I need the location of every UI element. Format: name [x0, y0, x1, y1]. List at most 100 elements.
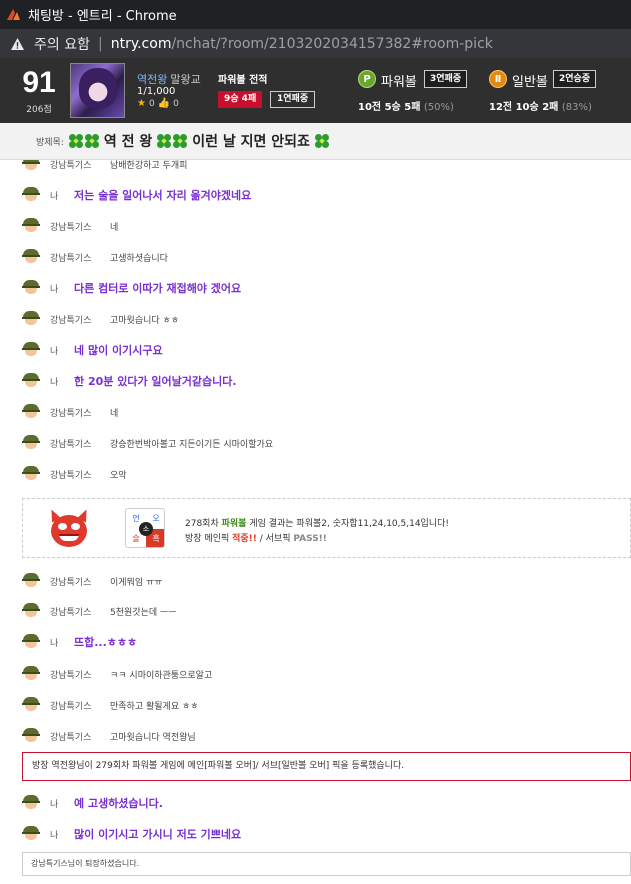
chat-message: 강남특기스 오악	[22, 464, 127, 484]
soldier-avatar-icon[interactable]	[22, 311, 40, 327]
clover-icon	[68, 134, 83, 148]
soldier-avatar-icon[interactable]	[22, 373, 40, 389]
nickname-text[interactable]: 역전왕	[137, 73, 167, 86]
chat-message: 강남특기스 강승한번박아볼고 지든이기든 시마이할가요	[22, 433, 273, 453]
message-nickname[interactable]: 나	[50, 344, 74, 357]
message-text: 예 고생하셨습니다.	[74, 797, 163, 810]
soldier-avatar-icon[interactable]	[22, 728, 40, 744]
powerball-record: 10전 5승 5패 (50%)	[358, 98, 454, 113]
profile-bar: 91 206점 역전왕 말왕교 1/1,000 ★ 0 👍 0 파워볼 전적 9승…	[0, 58, 631, 123]
message-text: 5천원갓는데 ㅡㅡ	[110, 607, 177, 618]
message-nickname[interactable]: 강남특기스	[50, 699, 110, 712]
soldier-avatar-icon[interactable]	[22, 634, 40, 650]
main-pick-label: 방장 메인픽	[185, 534, 233, 544]
soldier-avatar-icon[interactable]	[22, 826, 40, 842]
oe-center: 소	[139, 522, 153, 536]
message-text: 많이 이기시고 가시니 저도 기쁘네요	[74, 828, 242, 841]
security-warning-label[interactable]: 주의 요함	[34, 34, 90, 54]
message-text: 강승한번박아볼고 지든이기든 시마이할가요	[110, 439, 274, 450]
powerball-icon: P	[358, 70, 376, 88]
result-line-1: 278회차 파워볼 게임 결과는 파워볼2, 숫자합11,24,10,5,14입…	[185, 516, 449, 529]
message-nickname[interactable]: 강남특기스	[50, 313, 110, 326]
result-line-2: 방장 메인픽 적중!! / 서브픽 PASS!!	[185, 531, 327, 544]
chat-message: 나 다른 컴터로 이따가 재접해야 겠어요	[22, 278, 241, 298]
chat-message: 나 뜨합...ㅎㅎㅎ	[22, 632, 137, 652]
devil-emoticon-icon	[46, 507, 92, 549]
clover-icon	[314, 134, 329, 148]
message-text: 만족하고 활될게요 ㅎㅎ	[110, 701, 199, 712]
chat-message: 나예 고생하셨습니다.	[22, 793, 163, 813]
soldier-avatar-icon[interactable]	[22, 342, 40, 358]
clover-icon	[84, 134, 99, 148]
like-count: 0	[173, 98, 179, 109]
result-suffix: 게임 결과는 파워볼2, 숫자합11,24,10,5,14입니다!	[246, 519, 449, 529]
window-titlebar: 채팅방 - 엔트리 - Chrome	[0, 0, 631, 29]
message-nickname[interactable]: 강남특기스	[50, 220, 110, 233]
soldier-avatar-icon[interactable]	[22, 603, 40, 619]
message-nickname[interactable]: 강남특기스	[50, 406, 110, 419]
message-nickname[interactable]: 강남특기스	[50, 437, 110, 450]
chat-log[interactable]: 강남특기스 남배한강하고 두개피 나 저는 술을 일어나서 자리 옮겨야겠네요 강남특기…	[0, 160, 631, 884]
soldier-avatar-icon[interactable]	[22, 697, 40, 713]
message-nickname[interactable]: 나	[50, 282, 74, 295]
soldier-avatar-icon[interactable]	[22, 466, 40, 482]
chat-message: 강남특기스 고생하셧습니다	[22, 247, 168, 267]
message-nickname[interactable]: 나	[50, 797, 74, 810]
result-prefix: 278회차	[185, 519, 222, 529]
message-text: 저는 술을 일어나서 자리 옮겨야겠네요	[74, 189, 252, 202]
message-nickname[interactable]: 강남특기스	[50, 730, 110, 743]
message-nickname[interactable]: 나	[50, 189, 74, 202]
odd-even-result-icon: 언 오 술 흑 소	[125, 508, 165, 548]
star-count: 0	[148, 98, 155, 109]
soldier-avatar-icon[interactable]	[22, 249, 40, 265]
general-ball-label: 일반볼	[512, 75, 548, 90]
sub-pick-label: / 서브픽	[256, 534, 294, 544]
chat-message: 강남특기스 ㅋㅋ 시마이하관퉁으로알고	[22, 664, 212, 684]
record-title: 파워볼 전적	[218, 75, 268, 86]
url-host[interactable]: ntry.com	[111, 36, 172, 52]
message-nickname[interactable]: 강남특기스	[50, 160, 110, 171]
main-pick-hit: 적중!!	[232, 534, 257, 544]
soldier-avatar-icon[interactable]	[22, 187, 40, 203]
clover-icon	[157, 134, 172, 148]
message-text: 남배한강하고 두개피	[110, 160, 188, 171]
powerball-label: 파워볼	[381, 75, 417, 90]
message-nickname[interactable]: 나	[50, 828, 74, 841]
message-text: 고생하셧습니다	[110, 253, 168, 264]
message-nickname[interactable]: 강남특기스	[50, 468, 110, 481]
chat-message: 나 저는 술을 일어나서 자리 옮겨야겠네요	[22, 185, 251, 205]
room-title-label: 방제목:	[36, 137, 64, 148]
message-text: 네 많이 이기시구요	[74, 344, 163, 357]
room-title-part1: 역 전 왕	[103, 134, 153, 150]
record-streak-badge: 1연패중	[270, 91, 316, 108]
star-icon: ★	[137, 98, 146, 109]
message-nickname[interactable]: 강남특기스	[50, 575, 110, 588]
chat-message: 강남특기스 남배한강하고 두개피	[22, 160, 187, 174]
url-path[interactable]: /nchat/?room/2103202034157382#room-pick	[171, 36, 492, 52]
soldier-avatar-icon[interactable]	[22, 218, 40, 234]
user-rank: 1/1,000	[137, 86, 176, 97]
profile-nickname[interactable]: 역전왕 말왕교	[137, 71, 201, 87]
message-nickname[interactable]: 강남특기스	[50, 605, 110, 618]
chat-message: 나네 많이 이기시구요	[22, 340, 163, 360]
soldier-avatar-icon[interactable]	[22, 404, 40, 420]
soldier-avatar-icon[interactable]	[22, 795, 40, 811]
message-nickname[interactable]: 강남특기스	[50, 668, 110, 681]
soldier-avatar-icon[interactable]	[22, 666, 40, 682]
message-nickname[interactable]: 나	[50, 375, 74, 388]
message-text: 다른 컴터로 이따가 재접해야 겠어요	[74, 282, 242, 295]
avatar[interactable]	[70, 63, 125, 118]
soldier-avatar-icon[interactable]	[22, 435, 40, 451]
user-points: 206점	[26, 105, 52, 115]
message-nickname[interactable]: 강남특기스	[50, 251, 110, 264]
message-text: 뜨합...ㅎㅎㅎ	[74, 636, 138, 649]
soldier-avatar-icon[interactable]	[22, 573, 40, 589]
address-bar[interactable]: 주의 요함 | ntry.com/nchat/?room/21032020341…	[0, 29, 631, 58]
pick-registered-notice: 방장 역전왕님이 279회차 파워볼 게임에 메인[파워볼 오버]/ 서브[일반…	[22, 752, 631, 781]
warning-icon[interactable]	[10, 37, 25, 51]
message-nickname[interactable]: 나	[50, 636, 74, 649]
game-result-box: 언 오 술 흑 소 278회차 파워볼 게임 결과는 파워볼2, 숫자합11,2…	[22, 498, 631, 558]
message-text: 고마웟습니다 역전왕님	[110, 732, 196, 743]
soldier-avatar-icon[interactable]	[22, 160, 40, 172]
soldier-avatar-icon[interactable]	[22, 280, 40, 296]
